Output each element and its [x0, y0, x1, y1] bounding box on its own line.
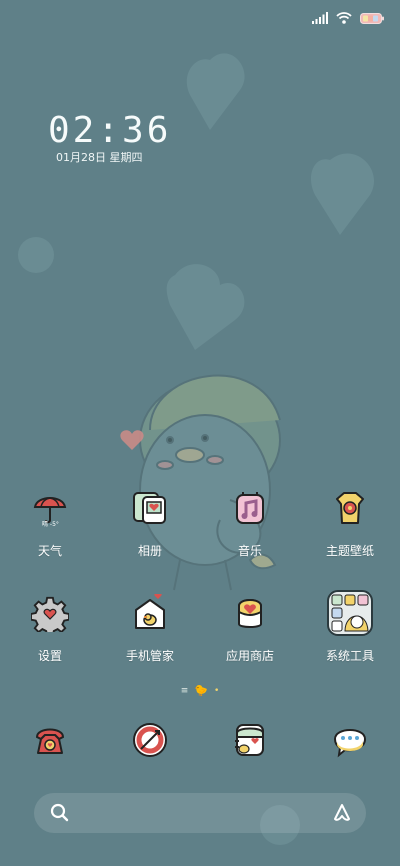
- page-indicator[interactable]: ≡ 🐤 •: [0, 684, 400, 697]
- battery-icon: [360, 9, 384, 28]
- app-label: 手机管家: [125, 649, 174, 663]
- app-label: 音乐: [237, 544, 262, 558]
- app-music[interactable]: 音乐: [200, 488, 300, 559]
- signal-icon: [312, 9, 328, 28]
- clock-date[interactable]: 01月28日 星期四: [56, 149, 143, 165]
- app-settings[interactable]: 设置: [0, 593, 100, 664]
- search-icon[interactable]: [50, 803, 70, 827]
- app-label: 天气: [37, 544, 62, 558]
- themes-icon: [330, 488, 370, 528]
- music-icon: [230, 488, 270, 528]
- assistant-icon[interactable]: [332, 803, 352, 827]
- phone-icon: [30, 720, 70, 760]
- app-weather[interactable]: 晴 -5° 天气: [0, 488, 100, 559]
- wifi-icon: [336, 9, 352, 28]
- app-store[interactable]: 应用商店: [200, 593, 300, 664]
- app-security[interactable]: 手机管家: [100, 593, 200, 664]
- app-label: 主题壁纸: [325, 544, 374, 558]
- clock-time[interactable]: 02:36: [48, 110, 171, 151]
- page-dot-list: ≡: [180, 685, 189, 696]
- app-themes[interactable]: 主题壁纸: [300, 488, 400, 559]
- app-label: 系统工具: [325, 649, 374, 663]
- search-bar[interactable]: [34, 793, 366, 833]
- page-dot: •: [213, 685, 220, 696]
- messages-icon: [330, 720, 370, 760]
- app-folder-system-tools[interactable]: 系统工具: [300, 590, 400, 664]
- settings-icon: [30, 593, 70, 633]
- dock-phone[interactable]: [0, 720, 100, 760]
- gallery-icon: [130, 488, 170, 528]
- page-dot-current: 🐤: [194, 684, 208, 697]
- dock-contacts[interactable]: [200, 720, 300, 760]
- weather-icon: 晴 -5°: [30, 488, 70, 528]
- app-label: 应用商店: [225, 649, 274, 663]
- security-icon: [130, 593, 170, 633]
- app-gallery[interactable]: 相册: [100, 488, 200, 559]
- dock-browser[interactable]: [100, 720, 200, 760]
- contacts-icon: [230, 720, 270, 760]
- status-bar: [312, 8, 384, 28]
- dock-messages[interactable]: [300, 720, 400, 760]
- app-label: 相册: [137, 544, 162, 558]
- app-label: 设置: [37, 649, 62, 663]
- system-tools-folder-icon: [327, 590, 373, 636]
- browser-icon: [130, 720, 170, 760]
- dock: [0, 720, 400, 760]
- app-store-icon: [230, 593, 270, 633]
- svg-text:晴 -5°: 晴 -5°: [42, 520, 59, 527]
- app-grid: 晴 -5° 天气 相册 音乐 主题壁纸 设置 手机管家 应用商店 系统工具: [0, 488, 400, 664]
